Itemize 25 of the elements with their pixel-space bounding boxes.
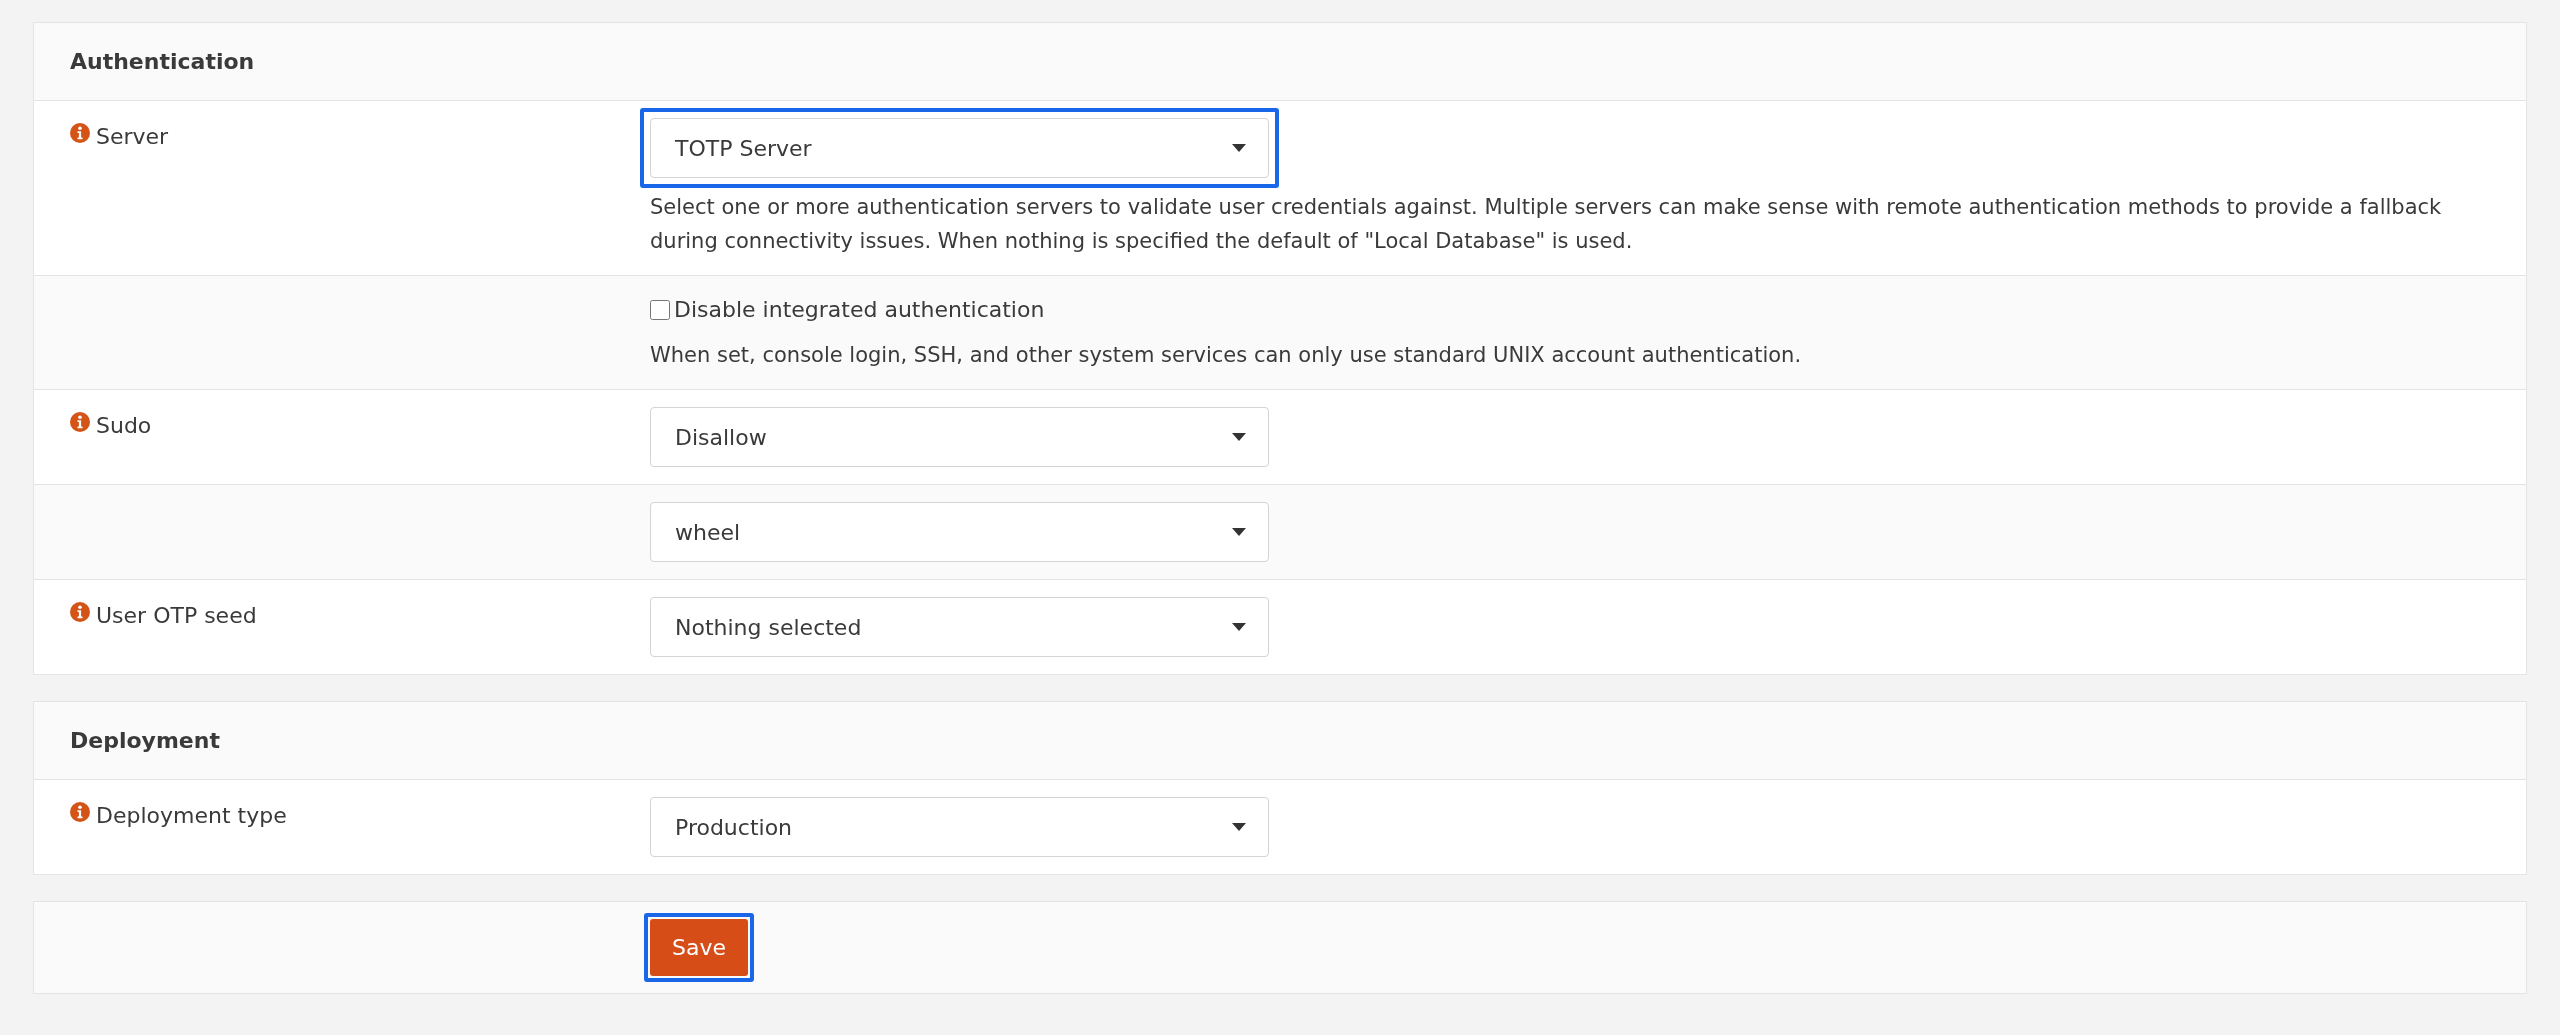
caret-icon [1232, 823, 1246, 831]
info-icon[interactable] [70, 412, 90, 432]
checkbox[interactable] [650, 299, 670, 320]
caret-icon [1232, 528, 1246, 536]
help-text: Select one or more authentication servers to validate user credentials against. Multiple servers can make sense with remote authentication methods to provide a fallback during connectivity issues. When nothing is specified the default of "Local Database" is used. [650, 194, 2443, 255]
save-button[interactable]: Save [650, 919, 748, 976]
select-dropdown[interactable]: TOTP Server [650, 118, 1269, 178]
field-label: Deployment type [96, 802, 287, 830]
field-label: Sudo [96, 412, 152, 440]
caret-icon [1232, 433, 1246, 441]
checkbox-label: Disable integrated authentication [674, 296, 1045, 324]
info-icon[interactable] [70, 123, 90, 143]
caret-icon [1232, 623, 1246, 631]
section-title: Authentication [34, 23, 2526, 101]
select-dropdown[interactable]: Disallow [650, 407, 1269, 467]
caret-icon [1232, 144, 1246, 152]
field-label: Server [96, 123, 169, 151]
select-dropdown[interactable]: wheel [650, 502, 1269, 562]
section-title: Deployment [34, 702, 2526, 780]
info-icon[interactable] [70, 602, 90, 622]
select-dropdown[interactable]: Production [650, 797, 1269, 857]
help-text: When set, console login, SSH, and other system services can only use standard UNIX account authentication. [650, 342, 1803, 369]
field-label: User OTP seed [96, 602, 257, 630]
info-icon[interactable] [70, 802, 90, 822]
select-dropdown[interactable]: Nothing selected [650, 597, 1269, 657]
